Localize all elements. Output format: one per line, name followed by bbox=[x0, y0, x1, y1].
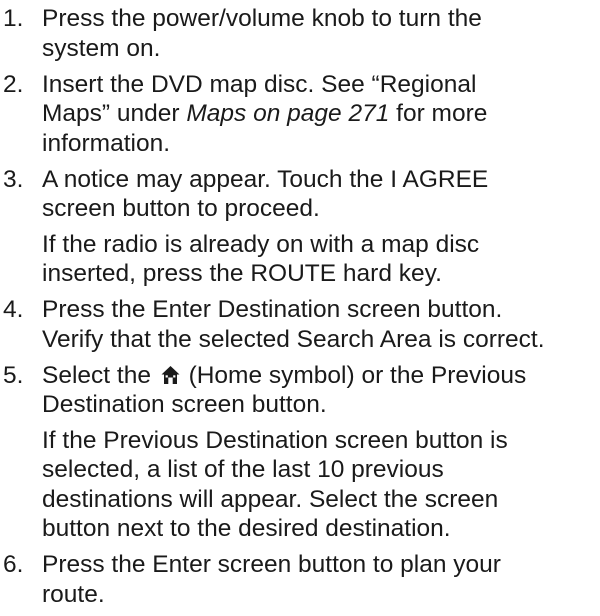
step-3: 3. A notice may appear. Touch the I AGRE… bbox=[0, 165, 600, 289]
step-text-line: Verify that the selected Search Area is … bbox=[42, 325, 545, 353]
step-number: 2. bbox=[3, 70, 24, 98]
step-number: 6. bbox=[3, 551, 24, 578]
step-text-line: A notice may appear. Touch the I AGREE bbox=[42, 165, 489, 193]
step-text-line: Press the Enter screen button to plan yo… bbox=[42, 551, 501, 578]
home-icon bbox=[161, 365, 180, 384]
step-2: 2. Insert the DVD map disc. See “Regiona… bbox=[0, 70, 600, 159]
step-text-segment: Maps” under bbox=[42, 100, 187, 127]
step-text-segment: Select the bbox=[42, 361, 158, 389]
instruction-steps: 1. Press the power/volume knob to turn t… bbox=[0, 0, 600, 616]
step-note-line: inserted, press the ROUTE hard key. bbox=[42, 260, 442, 287]
step-6: 6. Press the Enter screen button to plan… bbox=[0, 550, 600, 609]
page-reference: Maps on page 271 bbox=[186, 100, 390, 127]
step-text-segment: (Home symbol) or the Previous bbox=[181, 361, 527, 389]
step-note-line: selected, a list of the last 10 previous bbox=[42, 456, 444, 483]
step-number: 5. bbox=[3, 361, 24, 389]
step-note-line: If the Previous Destination screen butto… bbox=[42, 426, 508, 454]
step-text-line: Maps” under Maps on page 271 for more bbox=[42, 99, 600, 129]
step-4: 4. Press the Enter Destination screen bu… bbox=[0, 295, 600, 354]
step-note-line: button next to the desired destination. bbox=[42, 515, 451, 542]
step-text-line: Press the power/volume knob to turn the bbox=[42, 5, 482, 32]
step-text-line: Select the (Home symbol) or the Previous bbox=[42, 361, 600, 391]
step-number: 3. bbox=[3, 165, 24, 193]
step-text-line: information. bbox=[42, 129, 171, 157]
step-note-line: destinations will appear. Select the scr… bbox=[42, 485, 499, 513]
step-note-line: If the radio is already on with a map di… bbox=[42, 230, 480, 258]
step-number: 4. bbox=[3, 296, 24, 323]
step-text-line: route. bbox=[42, 580, 105, 608]
step-text-line: Insert the DVD map disc. See “Regional bbox=[42, 70, 477, 98]
step-text-line: system on. bbox=[42, 34, 161, 62]
step-text-line: screen button to proceed. bbox=[42, 195, 320, 222]
step-1: 1. Press the power/volume knob to turn t… bbox=[0, 4, 600, 63]
step-text-line: Destination screen button. bbox=[42, 391, 327, 418]
step-text-line: Press the Enter Destination screen butto… bbox=[42, 296, 503, 323]
step-text-segment: for more bbox=[389, 100, 488, 127]
step-number: 1. bbox=[3, 5, 24, 32]
step-5: 5. Select the (Home symbol) or the Previ… bbox=[0, 361, 600, 544]
